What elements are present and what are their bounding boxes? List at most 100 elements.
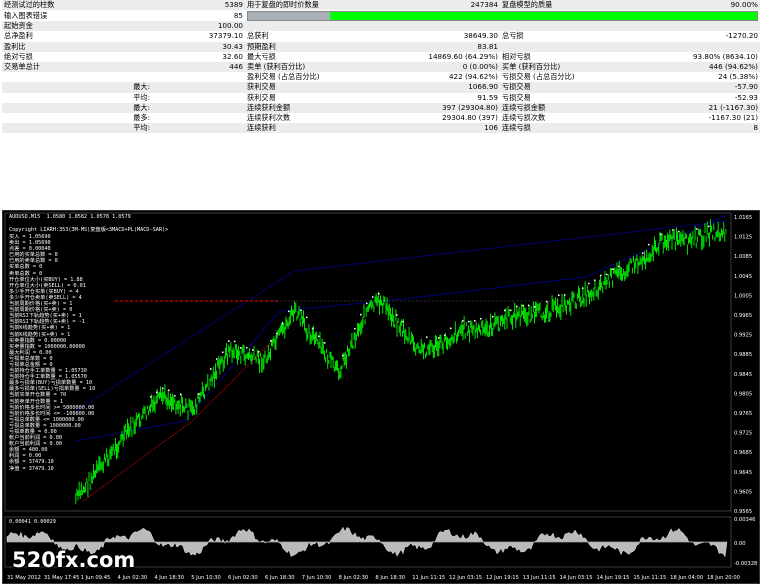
trade-marker: [533, 305, 536, 308]
ea-info-line: 买卖量指数 = 1000000.00000: [9, 343, 85, 350]
report-value: [152, 82, 245, 93]
report-value: 37379.10: [152, 31, 245, 42]
trade-marker: [215, 358, 218, 360]
trade-marker: [599, 274, 602, 277]
report-value: [152, 92, 245, 103]
trade-marker: [443, 334, 446, 337]
trade-marker: [605, 273, 608, 276]
trade-marker: [581, 287, 584, 290]
time-axis-label: 31 May 17:45: [44, 575, 80, 581]
indicator-axis-label: 0.00: [734, 541, 746, 547]
report-label: 平均:: [2, 92, 152, 103]
report-value: [152, 123, 245, 134]
trade-marker: [515, 305, 518, 308]
time-axis-label: 12 Jun 03:15: [449, 575, 482, 581]
trade-marker: [587, 282, 590, 285]
ea-info-line: 开仓单位大小(买BUY) = 1.88: [9, 276, 83, 283]
report-label: 连续亏损: [500, 123, 662, 134]
price-axis-label: 0.9725: [734, 431, 752, 437]
report-label: 亏损交易: [500, 82, 662, 93]
trade-marker: [299, 309, 302, 312]
report-label: 亏损交易 (占总百分比): [500, 72, 662, 83]
time-axis-label: 18 Jun 04:00: [670, 575, 703, 581]
time-axis-label: 15 Jun 11:15: [633, 575, 666, 581]
report-value: 247384: [407, 0, 500, 11]
ea-info-line: 开仓单位大小(卖SELL) = 0.01: [9, 282, 86, 289]
trade-marker: [503, 309, 506, 312]
report-value: 14869.60 (64.29%): [407, 51, 500, 63]
report-label: 连续获利次数: [245, 113, 407, 124]
report-label: 获利交易: [245, 82, 407, 93]
price-axis-label: 0.9605: [734, 489, 752, 495]
report-value: 446 (94.62%): [662, 62, 760, 73]
report-label: 连续获利: [245, 123, 407, 134]
report-value: 1066.90: [407, 82, 500, 93]
time-axis-label: 4 Jun 02:30: [118, 575, 148, 581]
price-chart[interactable]: 1.0165 1.0125 1.0085 1.0045 1.0005 0.9965 0.99…: [2, 210, 760, 584]
trade-marker: [227, 340, 230, 342]
report-label: 买单 (获利百分比): [500, 62, 662, 73]
report-value: 24 (5.38%): [662, 72, 760, 83]
report-value: 106: [407, 123, 500, 134]
report-row: 输入图表错误 85: [2, 10, 760, 22]
report-value: 29304.80 (397): [407, 113, 500, 124]
price-axis-label: 1.0005: [734, 293, 752, 299]
price-axis-label: 1.0165: [734, 215, 752, 221]
report-label: 最多:: [2, 113, 152, 124]
report-label: 用于复盘的即时价数量: [245, 0, 407, 11]
trade-marker: [491, 315, 494, 318]
report-label: 预期盈利: [245, 41, 407, 52]
trade-marker: [509, 309, 512, 312]
report-label: 连续获利金额: [245, 102, 407, 114]
trade-marker: [251, 349, 254, 351]
trade-marker: [425, 336, 428, 339]
report-label: 最大:: [2, 102, 152, 114]
report-label: [500, 41, 662, 52]
trade-marker: [365, 302, 368, 305]
report-value: 83.81: [407, 41, 500, 52]
price-axis-label: 0.9885: [734, 352, 752, 358]
report-label: 平均:: [2, 123, 152, 134]
ea-info-line: 净值 = 37479.10: [9, 465, 54, 472]
trade-marker: [677, 230, 680, 233]
trade-marker: [317, 335, 320, 338]
trade-marker: [341, 354, 344, 357]
trade-marker: [209, 368, 212, 370]
report-label: 复盘模型的质量: [500, 0, 662, 11]
report-value: 8: [662, 123, 760, 134]
report-value: 30.43: [152, 41, 245, 52]
report-value: -1167.30 (21): [662, 113, 760, 124]
indicator-values: 0.00041 0.00029: [9, 519, 56, 525]
report-row: 盈利交易 (占总百分比) 422 (94.62%) 亏损交易 (占总百分比) 24 (…: [2, 72, 760, 83]
trade-marker: [401, 320, 404, 323]
trade-marker: [233, 340, 236, 343]
trade-marker: [461, 319, 464, 322]
trade-marker: [167, 389, 170, 392]
report-value: [662, 41, 760, 52]
report-value: 100.00: [152, 21, 245, 32]
chart-canvas: 1.0165 1.0125 1.0085 1.0045 1.0005 0.9965 0.99…: [4, 212, 757, 581]
report-row: 平均: 获利交易 91.59 亏损交易 -52.93: [2, 92, 760, 103]
time-axis-label: 5 Jun 10:30: [191, 575, 221, 581]
time-axis-label: 8 Jun 02:30: [339, 575, 369, 581]
time-axis-label: 6 Jun 02:30: [228, 575, 258, 581]
report-value: 93.80% (8634.10): [662, 51, 760, 63]
trade-marker: [527, 304, 530, 307]
trade-marker: [353, 327, 356, 330]
report-row: 平均: 连续获利 106 连续亏损 8: [2, 123, 760, 134]
report-value: 0 (0.00%): [407, 62, 500, 73]
time-axis-label: 31 May 2012: [7, 575, 41, 581]
report-value: -1270.20: [662, 31, 760, 42]
trade-marker: [239, 347, 242, 349]
trade-marker: [197, 393, 200, 396]
price-axis-label: 0.9565: [734, 509, 752, 515]
report-row: 最多: 连续获利次数 29304.80 (397) 连续亏损次数 -1167.30 (2…: [2, 113, 760, 124]
trade-marker: [647, 243, 650, 246]
trade-marker: [479, 317, 482, 320]
trade-marker: [281, 322, 284, 325]
report-value: -57.90: [662, 82, 760, 93]
trade-marker: [437, 337, 440, 339]
price-axis-label: 0.9845: [734, 372, 752, 378]
time-axis-label: 14 Jun 03:15: [560, 575, 593, 581]
ea-info-line: 当前价格多长时间 >= 5000000.00: [9, 404, 95, 411]
